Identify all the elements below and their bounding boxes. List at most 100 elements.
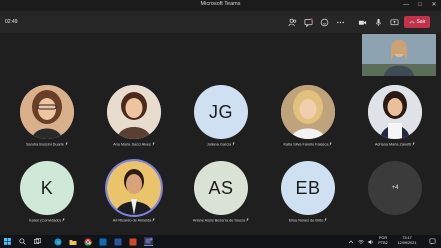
participant-name-text: Katia Silva Farello Falasca — [283, 142, 329, 147]
participant-photo-image — [368, 85, 422, 139]
word-icon — [114, 238, 121, 245]
clock-date: 12/09/2021 — [397, 241, 417, 245]
input-language-indicator[interactable]: POR PTB2 — [376, 236, 390, 246]
participant-tile[interactable]: JG Juliana Garcia — [181, 84, 261, 154]
participant-initials: EB — [295, 177, 321, 198]
taskbar-app-edge[interactable] — [53, 237, 62, 246]
camera-button[interactable] — [356, 16, 368, 28]
windows-logo-icon — [4, 238, 11, 245]
participant-name-text: Karen (Convidado) — [29, 218, 61, 223]
taskbar-app-outlook[interactable] — [98, 237, 107, 246]
participant-photo — [20, 85, 74, 139]
participant-initials: AS — [208, 177, 234, 198]
participant-initials-avatar: EB — [281, 161, 335, 215]
reactions-button[interactable] — [318, 16, 330, 28]
participant-photo — [107, 85, 161, 139]
show-hidden-icons-button[interactable] — [346, 237, 355, 246]
taskbar-app-explorer[interactable] — [68, 237, 77, 246]
notification-icon — [429, 238, 436, 245]
smile-icon — [320, 18, 328, 26]
taskbar-app-teams[interactable] — [144, 237, 153, 246]
task-view-icon — [34, 238, 41, 244]
leave-button[interactable]: Sair — [404, 16, 430, 28]
participant-initials: K — [40, 177, 54, 198]
participant-name: Sandra Bossini Duarte — [7, 142, 87, 147]
participant-tile[interactable]: K Karen (Convidado) — [7, 160, 87, 230]
microphone-button[interactable] — [372, 16, 384, 28]
chevron-up-icon — [348, 240, 353, 243]
participant-name: Katia Silva Farello Falasca — [268, 142, 348, 147]
meeting-toolbar: 02:49 Sair — [0, 11, 441, 33]
speaker-icon — [368, 239, 373, 244]
participant-name: Juliana Garcia — [181, 142, 261, 147]
taskbar-app-word[interactable] — [113, 237, 122, 246]
chat-button[interactable] — [302, 16, 314, 28]
notifications-button[interactable] — [428, 237, 437, 246]
participant-initials-avatar: K — [20, 161, 74, 215]
chrome-icon — [83, 237, 92, 246]
mic-off-icon — [232, 142, 236, 146]
participant-name-text: Adriana Maria Zanetti — [374, 142, 412, 147]
self-video-preview[interactable] — [362, 34, 436, 76]
participant-tile[interactable]: Katia Silva Farello Falasca — [268, 84, 348, 154]
teams-icon — [145, 238, 152, 244]
meeting-timer: 02:49 — [5, 19, 18, 25]
mic-off-icon — [329, 142, 333, 146]
participant-photo-image — [281, 85, 335, 139]
share-screen-button[interactable] — [388, 16, 400, 28]
participant-photo — [368, 85, 422, 139]
mic-off-icon — [65, 142, 68, 146]
participant-name-text: Juliana Garcia — [206, 142, 232, 147]
search-taskbar-button[interactable] — [18, 237, 27, 246]
search-icon — [19, 238, 26, 245]
clock[interactable]: 73:17 12/09/2021 — [392, 236, 422, 246]
participant-tile[interactable]: Adriana Maria Zanetti — [355, 84, 435, 154]
mic-off-icon — [412, 142, 416, 146]
participant-name-text: Sandra Bossini Duarte — [26, 142, 64, 147]
participant-photo-image — [107, 161, 161, 215]
self-video-image — [362, 34, 436, 76]
minimize-icon[interactable]: — — [399, 0, 413, 11]
participant-tile[interactable]: Ana Maria Sacci Alves — [94, 84, 174, 154]
participant-name-text: Ariane Assis Bezerra de Souza — [192, 218, 246, 223]
window-title: Microsoft Teams — [200, 1, 241, 7]
participant-tile[interactable]: AS Ariane Assis Bezerra de Souza — [181, 160, 261, 230]
maximize-icon[interactable]: □ — [413, 0, 427, 11]
camera-icon — [358, 20, 366, 25]
teams-window: Microsoft Teams — □ ✕ 02:49 Sair Sandra … — [0, 0, 441, 248]
outlook-icon — [99, 238, 106, 245]
participant-name: Ariane Assis Bezerra de Souza — [181, 218, 261, 223]
chat-icon — [304, 17, 313, 27]
wifi-icon — [357, 239, 364, 244]
task-view-button[interactable] — [33, 237, 42, 246]
mic-off-icon — [62, 218, 65, 222]
taskbar-app-powerpoint[interactable] — [128, 237, 137, 246]
participant-tile[interactable]: Ari Ricardo de Almeida — [94, 160, 174, 230]
leave-label: Sair — [416, 19, 426, 25]
participant-photo-speaking — [107, 161, 161, 215]
volume-button[interactable] — [366, 237, 375, 246]
mic-off-icon — [324, 218, 328, 222]
overflow-participants-tile[interactable]: +4 — [355, 160, 435, 230]
start-button[interactable] — [3, 237, 12, 246]
folder-icon — [69, 239, 76, 245]
taskbar-app-chrome[interactable] — [83, 237, 92, 246]
participant-photo-image — [107, 85, 161, 139]
network-button[interactable] — [356, 237, 365, 246]
participant-photo — [281, 85, 335, 139]
participants-button[interactable] — [286, 16, 298, 28]
overflow-count: +4 — [391, 185, 399, 191]
hang-up-icon — [409, 21, 414, 24]
more-actions-button[interactable] — [334, 16, 346, 28]
participant-name: Adriana Maria Zanetti — [355, 142, 435, 147]
mic-off-icon — [151, 142, 155, 146]
participant-tile[interactable]: EB Elisa Nunes de Brito — [268, 160, 348, 230]
participant-initials-avatar: JG — [194, 85, 248, 139]
participant-name: Elisa Nunes de Brito — [268, 218, 348, 223]
people-icon — [288, 18, 296, 26]
windows-taskbar: POR PTB2 73:17 12/09/2021 — [0, 235, 441, 248]
participant-name: Ari Ricardo de Almeida — [94, 218, 174, 223]
participant-tile[interactable]: Sandra Bossini Duarte — [7, 84, 87, 154]
close-icon[interactable]: ✕ — [427, 0, 441, 11]
participant-photo-image — [20, 85, 74, 139]
